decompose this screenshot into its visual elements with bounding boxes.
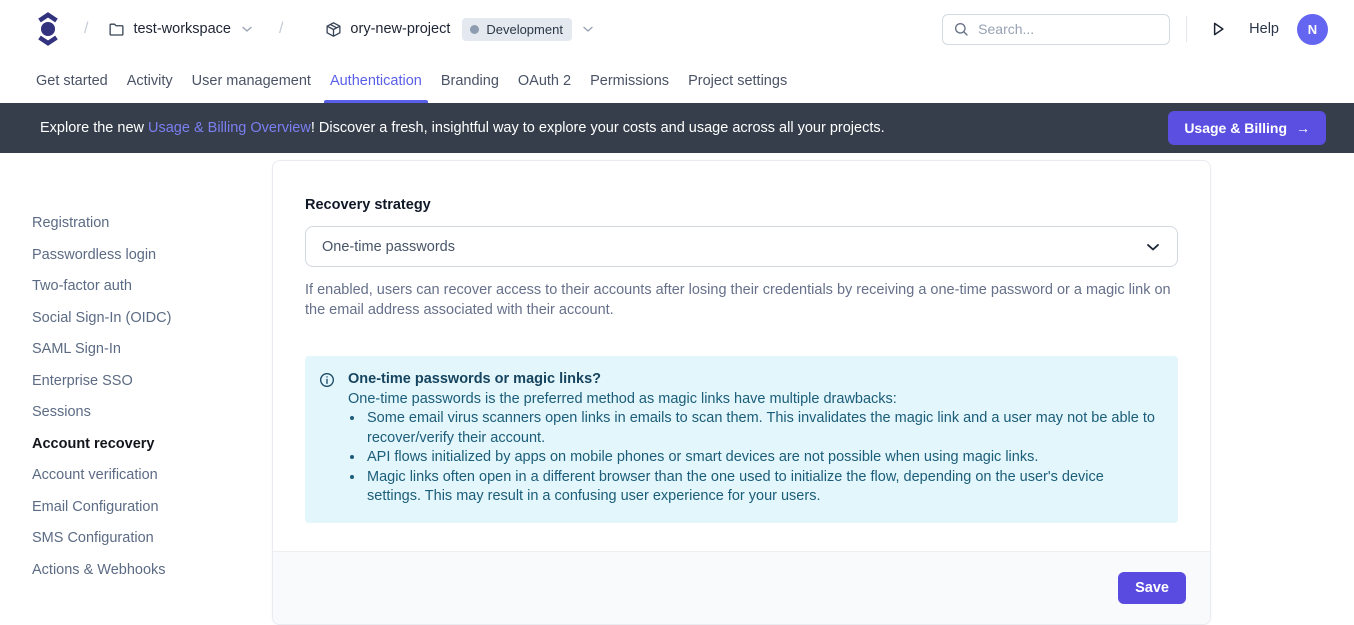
help-link[interactable]: Help bbox=[1249, 21, 1279, 37]
chevron-down-icon bbox=[1143, 237, 1163, 257]
workspace-name: test-workspace bbox=[133, 21, 231, 37]
sidebar-item-passwordless-login[interactable]: Passwordless login bbox=[32, 246, 272, 265]
tab-user-management[interactable]: User management bbox=[192, 58, 311, 103]
top-bar: / test-workspace / ory-new-project Devel… bbox=[0, 0, 1354, 58]
breadcrumb-separator: / bbox=[84, 20, 88, 38]
recovery-strategy-selected-value: One-time passwords bbox=[322, 239, 455, 255]
form-footer: Save bbox=[273, 551, 1210, 624]
environment-badge: Development bbox=[462, 18, 572, 41]
user-avatar[interactable]: N bbox=[1297, 14, 1328, 45]
callout-title: One-time passwords or magic links? bbox=[348, 370, 1160, 390]
callout-bullet-list: Some email virus scanners open links in … bbox=[348, 409, 1160, 507]
sidebar-item-two-factor-auth[interactable]: Two-factor auth bbox=[32, 277, 272, 296]
sidebar-item-enterprise-sso[interactable]: Enterprise SSO bbox=[32, 372, 272, 391]
tab-oauth2[interactable]: OAuth 2 bbox=[518, 58, 571, 103]
recovery-strategy-description: If enabled, users can recover access to … bbox=[305, 280, 1178, 320]
usage-billing-button[interactable]: Usage & Billing → bbox=[1168, 111, 1326, 145]
recovery-strategy-select[interactable]: One-time passwords bbox=[305, 226, 1178, 267]
tab-activity[interactable]: Activity bbox=[127, 58, 173, 103]
sidebar-item-sms-configuration[interactable]: SMS Configuration bbox=[32, 529, 272, 548]
banner-text: Explore the new Usage & Billing Overview… bbox=[40, 120, 885, 136]
recovery-form: Recovery strategy One-time passwords If … bbox=[273, 161, 1210, 523]
callout-bullet: API flows initialized by apps on mobile … bbox=[365, 448, 1160, 468]
content-area: Registration Passwordless login Two-fact… bbox=[0, 153, 1354, 625]
environment-badge-label: Development bbox=[486, 22, 563, 37]
usage-billing-banner: Explore the new Usage & Billing Overview… bbox=[0, 103, 1354, 153]
header-divider bbox=[1186, 16, 1187, 42]
chevron-down-icon bbox=[580, 21, 596, 37]
header-actions: Help N bbox=[942, 14, 1328, 45]
tab-get-started[interactable]: Get started bbox=[36, 58, 108, 103]
sidebar-item-actions-webhooks[interactable]: Actions & Webhooks bbox=[32, 561, 272, 580]
ory-logo-icon[interactable] bbox=[34, 12, 62, 46]
authentication-side-nav: Registration Passwordless login Two-fact… bbox=[0, 153, 272, 592]
tab-project-settings[interactable]: Project settings bbox=[688, 58, 787, 103]
environment-dot-icon bbox=[470, 25, 479, 34]
search-box[interactable] bbox=[942, 14, 1170, 45]
project-breadcrumb[interactable]: ory-new-project Development bbox=[325, 18, 596, 41]
breadcrumb-separator: / bbox=[279, 20, 283, 38]
workspace-breadcrumb[interactable]: test-workspace bbox=[108, 21, 255, 38]
sidebar-item-registration[interactable]: Registration bbox=[32, 214, 272, 233]
sidebar-item-email-configuration[interactable]: Email Configuration bbox=[32, 498, 272, 517]
callout-content: One-time passwords or magic links? One-t… bbox=[348, 370, 1160, 507]
sidebar-item-social-sign-in[interactable]: Social Sign-In (OIDC) bbox=[32, 309, 272, 328]
info-icon bbox=[319, 372, 335, 388]
arrow-right-icon: → bbox=[1296, 120, 1310, 136]
banner-text-after: ! Discover a fresh, insightful way to ex… bbox=[311, 120, 885, 136]
folder-icon bbox=[108, 21, 125, 38]
tab-branding[interactable]: Branding bbox=[441, 58, 499, 103]
search-input[interactable] bbox=[978, 21, 1159, 37]
callout-bullet: Some email virus scanners open links in … bbox=[365, 409, 1160, 448]
banner-text-before: Explore the new bbox=[40, 120, 148, 136]
account-recovery-panel: Recovery strategy One-time passwords If … bbox=[272, 160, 1211, 625]
info-callout: One-time passwords or magic links? One-t… bbox=[305, 356, 1178, 523]
sidebar-item-sessions[interactable]: Sessions bbox=[32, 403, 272, 422]
sidebar-item-saml-sign-in[interactable]: SAML Sign-In bbox=[32, 340, 272, 359]
project-name: ory-new-project bbox=[350, 21, 450, 37]
sidebar-item-account-verification[interactable]: Account verification bbox=[32, 466, 272, 485]
search-icon bbox=[953, 21, 969, 37]
package-icon bbox=[325, 21, 342, 38]
tab-authentication[interactable]: Authentication bbox=[330, 58, 422, 103]
recovery-strategy-label: Recovery strategy bbox=[305, 197, 1178, 213]
callout-bullet: Magic links often open in a different br… bbox=[365, 468, 1160, 507]
save-button[interactable]: Save bbox=[1118, 572, 1186, 604]
chevron-down-icon bbox=[239, 21, 255, 37]
usage-billing-button-label: Usage & Billing bbox=[1184, 120, 1287, 136]
tab-permissions[interactable]: Permissions bbox=[590, 58, 669, 103]
sidebar-item-account-recovery[interactable]: Account recovery bbox=[32, 435, 272, 454]
play-icon[interactable] bbox=[1209, 20, 1227, 38]
callout-intro: One-time passwords is the preferred meth… bbox=[348, 390, 1160, 410]
main-nav-tabs: Get started Activity User management Aut… bbox=[0, 58, 1354, 103]
banner-usage-billing-link[interactable]: Usage & Billing Overview bbox=[148, 120, 311, 136]
